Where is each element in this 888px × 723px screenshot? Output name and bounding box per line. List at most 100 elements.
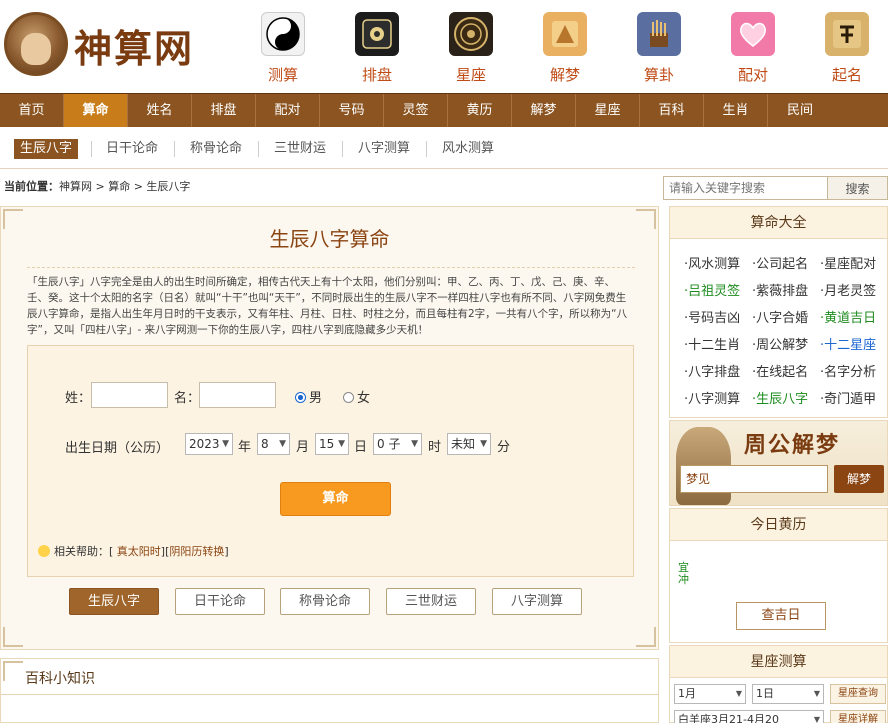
help-link-calendar-convert[interactable]: 阴阳历转换: [169, 545, 224, 558]
sidebar-link[interactable]: ·公司起名: [752, 253, 808, 272]
sidebar-link[interactable]: ·月老灵签: [820, 280, 876, 299]
huangli-panel: 今日黄历 宜冲 查吉日: [669, 508, 888, 643]
sidebar-link[interactable]: ·风水测算: [684, 253, 740, 272]
gender-male-radio[interactable]: 男: [295, 387, 322, 406]
sidebar-link[interactable]: ·星座配对: [820, 253, 876, 272]
xingzuo-query-button[interactable]: 星座查询: [830, 684, 886, 704]
month-unit: 月: [296, 440, 310, 455]
calculate-button[interactable]: 算命: [280, 482, 391, 516]
radio-checked-icon: [295, 392, 306, 403]
sidebar-link[interactable]: ·号码吉凶: [684, 307, 740, 326]
menu-item-home[interactable]: 首页: [0, 94, 64, 127]
breadcrumb-path[interactable]: 神算网 > 算命 > 生辰八字: [59, 180, 190, 193]
menu-item-lingqian[interactable]: 灵签: [384, 94, 448, 127]
sidebar-link[interactable]: ·奇门遁甲: [820, 388, 876, 407]
sidebar-link[interactable]: ·八字合婚: [752, 307, 808, 326]
submenu-item-bazicesuan[interactable]: 八字测算: [352, 139, 416, 159]
site-logo[interactable]: 神算网: [4, 10, 204, 82]
surname-input[interactable]: [91, 382, 168, 408]
month-select[interactable]: 8 ▼: [257, 433, 290, 455]
topnav-item-suangua[interactable]: 算卦: [629, 12, 689, 86]
knowledge-title: 百科小知识: [25, 671, 95, 687]
submenu-item-shengchenbazi[interactable]: 生辰八字: [14, 139, 79, 159]
zhougong-icon: [543, 12, 587, 56]
menu-item-xingming[interactable]: 姓名: [128, 94, 192, 127]
sidebar-link[interactable]: ·八字排盘: [684, 361, 740, 380]
sidebar-link[interactable]: ·十二生肖: [684, 334, 740, 353]
logo-text: 神算网: [74, 26, 195, 71]
menu-item-xingzuo[interactable]: 星座: [576, 94, 640, 127]
menu-item-suanming[interactable]: 算命: [64, 94, 128, 127]
divider: [1, 694, 658, 695]
dream-input[interactable]: 梦见: [680, 465, 828, 493]
tab-riganlunming[interactable]: 日干论命: [175, 588, 265, 615]
sidebar-link[interactable]: ·生辰八字: [752, 388, 808, 407]
topnav-item-xingzuo[interactable]: 星座: [441, 12, 501, 86]
menu-item-minjian[interactable]: 民间: [768, 94, 832, 127]
heart-pair-icon: [731, 12, 775, 56]
find-lucky-day-button[interactable]: 查吉日: [736, 602, 826, 630]
sidebar-link[interactable]: ·周公解梦: [752, 334, 808, 353]
dream-search-button[interactable]: 解梦: [834, 465, 884, 493]
zhougong-dream-panel: 周公解梦 梦见 解梦: [669, 420, 888, 506]
submenu-item-sanshicaiyun[interactable]: 三世财运: [268, 139, 332, 159]
gender-female-radio[interactable]: 女: [343, 387, 370, 406]
tab-shengchenbazi[interactable]: 生辰八字: [69, 588, 159, 615]
year-select[interactable]: 2023 ▼: [185, 433, 233, 455]
sidebar-link[interactable]: ·黄道吉日: [820, 307, 876, 326]
menu-item-paipan[interactable]: 排盘: [192, 94, 256, 127]
submenu-item-riganlunming[interactable]: 日干论命: [100, 139, 164, 159]
gender-male-label: 男: [309, 391, 323, 406]
topnav-item-jiemeng[interactable]: 解梦: [535, 12, 595, 86]
menu-item-peidui[interactable]: 配对: [256, 94, 320, 127]
search-input[interactable]: [663, 176, 828, 200]
xingzuo-detail-button[interactable]: 星座详解: [830, 710, 886, 723]
topnav-item-cesuan[interactable]: 测算: [253, 12, 313, 86]
menu-item-baike[interactable]: 百科: [640, 94, 704, 127]
hour-unit: 时: [428, 440, 442, 455]
sidebar-link[interactable]: ·紫薇排盘: [752, 280, 808, 299]
zodiac-wheel-icon: [449, 12, 493, 56]
suanming-list-title: 算命大全: [670, 207, 887, 239]
menu-item-huangli[interactable]: 黄历: [448, 94, 512, 127]
minute-unit: 分: [497, 440, 511, 455]
menu-item-shengxiao[interactable]: 生肖: [704, 94, 768, 127]
topnav-item-qiming[interactable]: 起名: [817, 12, 877, 86]
tab-chengulunming[interactable]: 称骨论命: [280, 588, 370, 615]
main-menu: 首页 算命 姓名 排盘 配对 号码 灵签 黄历 解梦 星座 百科 生肖 民间: [0, 93, 888, 127]
help-link-true-solar-time[interactable]: 真太阳时: [117, 545, 161, 558]
sub-menu: 生辰八字 日干论命 称骨论命 三世财运 八字测算 风水测算: [0, 127, 888, 169]
radio-unchecked-icon: [343, 392, 354, 403]
month-value: 8: [261, 437, 269, 451]
page-title: 生辰八字算命: [269, 227, 390, 251]
day-value: 15: [319, 437, 335, 451]
xingzuo-month-select[interactable]: 1月 ▼: [674, 684, 746, 704]
sidebar-link[interactable]: ·十二星座: [820, 334, 876, 353]
submenu-item-fengshuicesuan[interactable]: 风水测算: [436, 139, 500, 159]
day-select[interactable]: 15 ▼: [315, 433, 349, 455]
chevron-down-icon: ▼: [813, 715, 820, 723]
zodiac-sign-select[interactable]: 白羊座3月21-4月20 ▼: [674, 710, 824, 723]
sidebar-link[interactable]: ·吕祖灵签: [684, 280, 740, 299]
logo-portrait-icon: [4, 12, 68, 76]
name-input[interactable]: [199, 382, 276, 408]
topnav-item-paipan[interactable]: 排盘: [347, 12, 407, 86]
gender-female-label: 女: [357, 391, 371, 406]
sidebar-link[interactable]: ·在线起名: [752, 361, 808, 380]
submenu-item-chengulunming[interactable]: 称骨论命: [184, 139, 248, 159]
menu-item-haoma[interactable]: 号码: [320, 94, 384, 127]
minute-select[interactable]: 未知 ▼: [447, 433, 491, 455]
tab-sanshicaiyun[interactable]: 三世财运: [386, 588, 476, 615]
xingzuo-day-select[interactable]: 1日 ▼: [752, 684, 824, 704]
chevron-down-icon: ▼: [222, 439, 229, 449]
breadcrumb: 当前位置：神算网 > 算命 > 生辰八字: [4, 178, 190, 194]
chevron-down-icon: ▼: [813, 689, 820, 698]
topnav-item-peidui[interactable]: 配对: [723, 12, 783, 86]
hour-select[interactable]: 0 子 ▼: [373, 433, 422, 455]
menu-item-jiemeng[interactable]: 解梦: [512, 94, 576, 127]
zhougong-title: 周公解梦: [744, 432, 841, 458]
search-button[interactable]: 搜索: [828, 176, 888, 200]
sidebar-link[interactable]: ·名字分析: [820, 361, 876, 380]
sidebar-link[interactable]: ·八字测算: [684, 388, 740, 407]
tab-bazicesuan[interactable]: 八字测算: [492, 588, 582, 615]
